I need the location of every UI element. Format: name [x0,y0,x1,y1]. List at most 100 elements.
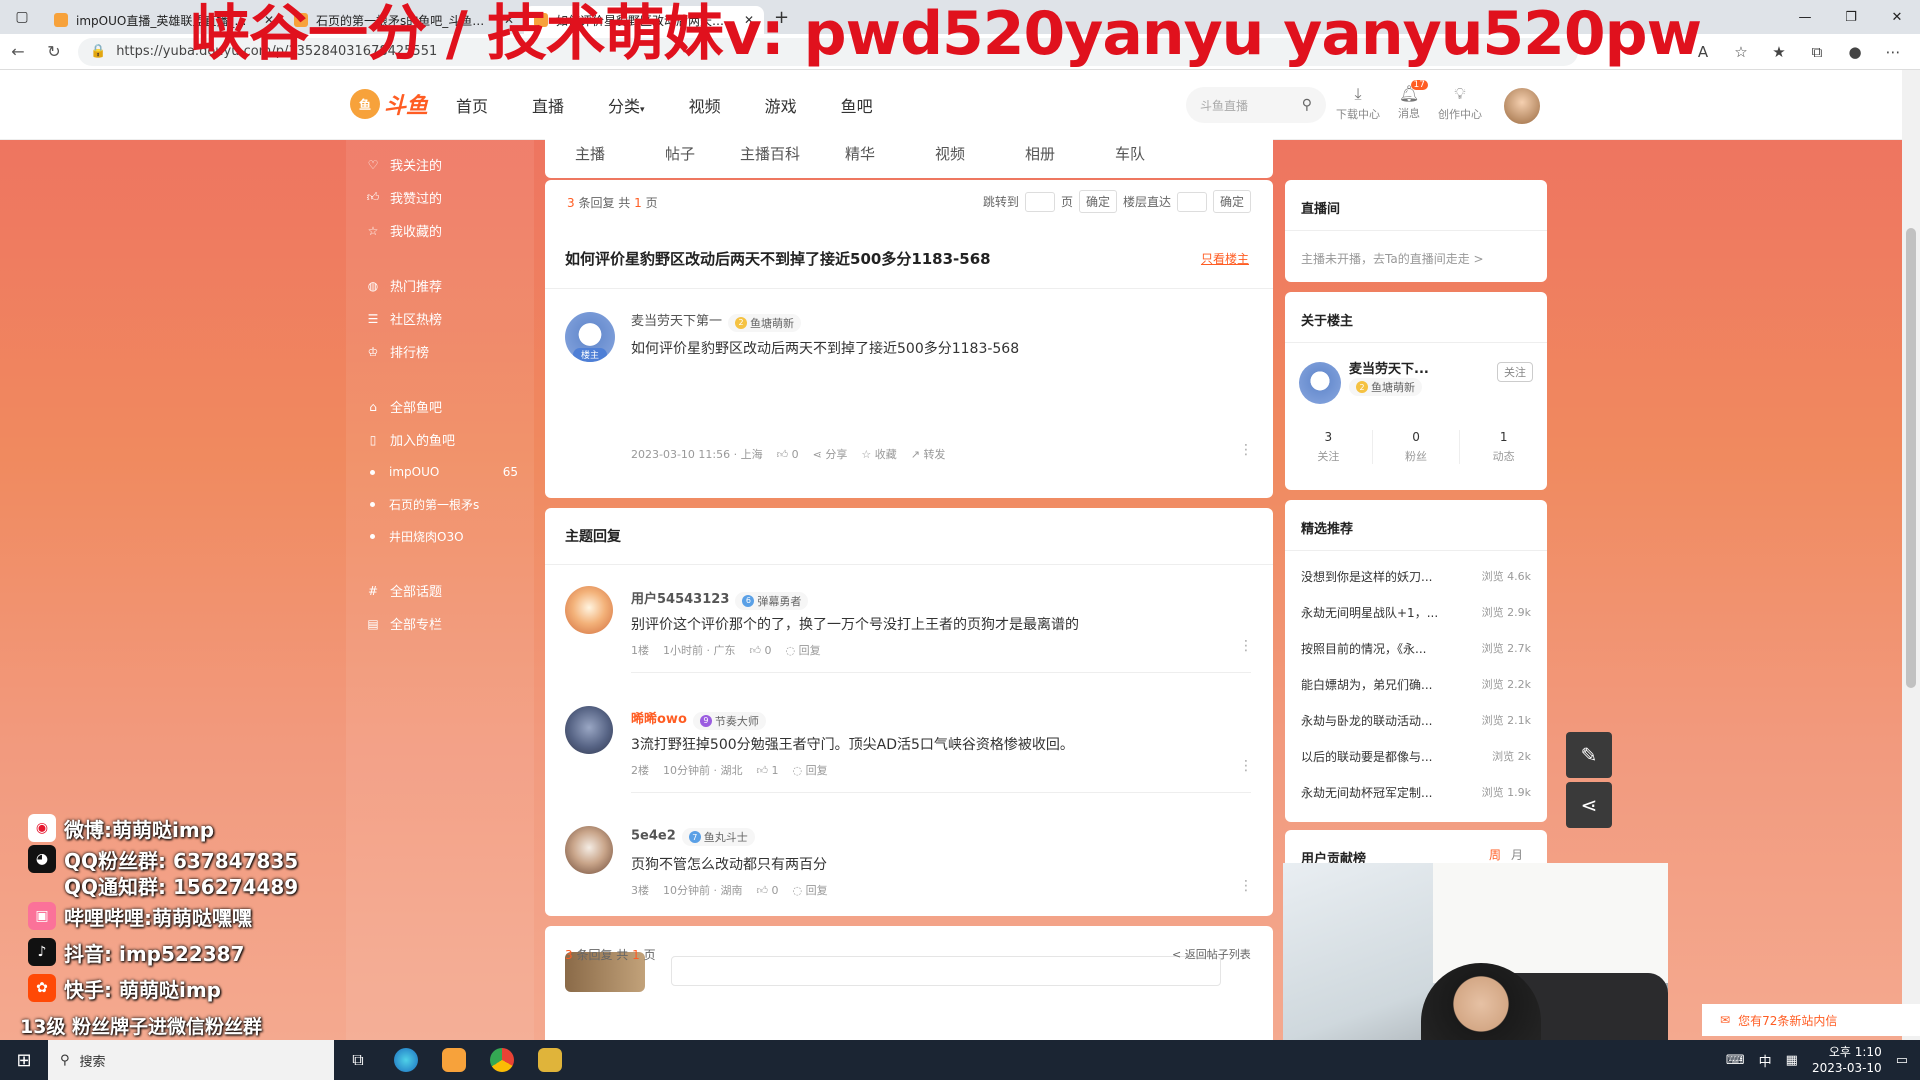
chrome-icon[interactable] [478,1040,526,1080]
tab-week[interactable]: 周 [1489,846,1501,863]
reload-icon[interactable]: ↻ [36,34,72,70]
keyboard-icon[interactable]: ⌨ [1726,1053,1745,1068]
reply-avatar[interactable] [565,586,613,634]
recommended-item[interactable]: 以后的联动要是都像与... 浏览 2k [1301,748,1531,765]
like-button[interactable]: 👍︎ 0 [757,884,779,897]
tab-streamer[interactable]: 主播 [545,143,635,164]
windows-start-icon[interactable]: ⊞ [0,1040,48,1080]
more-options-icon[interactable]: ⋮ [1239,442,1253,458]
task-view-icon[interactable]: ⧉ [334,1040,382,1080]
recommended-item[interactable]: 永劫无间劫杯冠军定制... 浏览 1.9k [1301,784,1531,801]
page-jump-confirm-button[interactable]: 确定 [1078,190,1117,213]
menu-icon[interactable]: ⋯ [1876,38,1910,66]
reply-username[interactable]: 5e4e2 [631,829,676,844]
recommended-item[interactable]: 能白嫖胡为，弟兄们确... 浏览 2.2k [1301,676,1531,693]
sidebar-item-all-columns[interactable]: ▤ 全部专栏 [346,607,534,640]
user-avatar[interactable] [1502,86,1542,126]
reply-username[interactable]: 用户54543123 [631,592,729,607]
op-avatar[interactable]: 楼主 [565,312,615,362]
tab-team[interactable]: 车队 [1085,143,1175,164]
share-button[interactable]: ⋖ 分享 [813,446,848,462]
about-op-name[interactable]: 麦当劳天下... [1349,358,1429,377]
more-options-icon[interactable]: ⋮ [1239,638,1253,654]
reply-username[interactable]: 晞晞owo [631,712,687,727]
sidebar-item-liked[interactable]: 👍︎ 我赞过的 [346,181,534,214]
tab-essence[interactable]: 精华 [815,143,905,164]
search-icon[interactable]: ⚲ [1302,97,1312,113]
douyu-app-icon[interactable] [430,1040,478,1080]
favorite-add-icon[interactable]: ☆ [1724,38,1758,66]
sidebar-item-following[interactable]: ♡ 我关注的 [346,148,534,181]
back-to-list-link[interactable]: < 返回帖子列表 [1172,946,1251,962]
reply-button[interactable]: ◌ 回复 [793,762,828,778]
sidebar-item-ranking[interactable]: ♔ 排行榜 [346,335,534,368]
edge-icon[interactable] [382,1040,430,1080]
scrollbar-thumb[interactable] [1906,228,1916,688]
more-options-icon[interactable]: ⋮ [1239,878,1253,894]
floor-jump-input[interactable] [1176,191,1207,212]
sidebar-item-joined-yuba[interactable]: ▯ 加入的鱼吧 [346,423,534,456]
nav-video[interactable]: 视频 [689,93,721,117]
tab-video[interactable]: 视频 [905,143,995,164]
favorite-button[interactable]: ☆ 收藏 [861,446,896,462]
comment-input[interactable] [671,956,1221,986]
back-icon[interactable]: ← [0,34,36,70]
collections-icon[interactable]: ⧉ [1800,38,1834,66]
share-float-icon[interactable]: ⋖ [1566,782,1612,828]
stat-following[interactable]: 3 关注 [1285,430,1373,464]
tab-album[interactable]: 相册 [995,143,1085,164]
reply-avatar[interactable] [565,826,613,874]
nav-yuba[interactable]: 鱼吧 [841,93,873,117]
like-button[interactable]: 👍︎ 1 [757,764,779,777]
tab-month[interactable]: 月 [1511,846,1523,863]
op-avatar[interactable] [1299,362,1341,404]
follow-button[interactable]: 关注 [1497,362,1533,382]
sidebar-item-all-topics[interactable]: # 全部话题 [346,574,534,607]
ime-indicator[interactable]: 中 [1759,1051,1772,1070]
reply-avatar[interactable] [565,706,613,754]
grid-icon[interactable]: ▦ [1786,1053,1798,1068]
nav-category[interactable]: 分类▾ [608,93,645,117]
page-jump-input[interactable] [1024,191,1055,212]
forward-button[interactable]: ↗ 转发 [911,446,946,462]
nav-game[interactable]: 游戏 [765,93,797,117]
nav-live[interactable]: 直播 [532,93,564,117]
obs-icon[interactable] [526,1040,574,1080]
tab-posts[interactable]: 帖子 [635,143,725,164]
minimize-icon[interactable]: — [1782,0,1828,34]
profile-icon[interactable]: ● [1838,38,1872,66]
op-username[interactable]: 麦当劳天下第一 [631,314,722,329]
download-center[interactable]: ⤓ 下载中心 [1336,84,1380,122]
tab-wiki[interactable]: 主播百科 [725,143,815,164]
notification-icon[interactable]: ▭ [1896,1053,1908,1068]
taskbar-search[interactable]: ⚲ 搜索 [48,1040,334,1080]
stat-posts[interactable]: 1 动态 [1460,430,1547,464]
reply-button[interactable]: ◌ 回复 [786,642,821,658]
floor-jump-confirm-button[interactable]: 确定 [1212,190,1251,213]
joined-yuba-jingtian[interactable]: 井田烧肉O3O [346,520,534,552]
joined-yuba-impouo[interactable]: impOUO 65 [346,456,534,488]
recommended-item[interactable]: 永劫无间明星战队+1，... 浏览 2.9k [1301,604,1531,621]
sidebar-item-community-hot[interactable]: ☰ 社区热榜 [346,302,534,335]
reply-button[interactable]: ◌ 回复 [793,882,828,898]
sidebar-item-all-yuba[interactable]: ⌂ 全部鱼吧 [346,390,534,423]
mail-notification[interactable]: ✉ 您有72条新站内信 [1702,1004,1920,1036]
messages[interactable]: 🔔︎ 17 消息 [1398,80,1428,122]
recommended-item[interactable]: 没想到你是这样的妖刀... 浏览 4.6k [1301,568,1531,585]
only-op-link[interactable]: 只看楼主 [1201,250,1249,267]
more-options-icon[interactable]: ⋮ [1239,758,1253,774]
clock[interactable]: 오후 1:10 2023-03-10 [1812,1044,1882,1076]
stat-fans[interactable]: 0 粉丝 [1373,430,1461,464]
site-search-input[interactable]: 斗鱼直播 ⚲ [1186,87,1326,123]
creator-center[interactable]: 💡︎ 创作中心 [1438,84,1482,122]
recommended-item[interactable]: 永劫与卧龙的联动活动... 浏览 2.1k [1301,712,1531,729]
site-logo[interactable]: 鱼斗鱼 [350,88,428,120]
live-room-link[interactable]: 主播未开播，去Ta的直播间走走 > [1301,250,1484,267]
like-button[interactable]: 👍︎ 0 [750,644,772,657]
edit-post-icon[interactable]: ✎ [1566,732,1612,778]
joined-yuba-shiye[interactable]: 石页的第一根矛s [346,488,534,520]
recommended-item[interactable]: 按照目前的情况，《永... 浏览 2.7k [1301,640,1531,657]
sidebar-item-collected[interactable]: ☆ 我收藏的 [346,214,534,247]
sidebar-item-hot[interactable]: ◍ 热门推荐 [346,269,534,302]
restore-icon[interactable]: ❐ [1828,0,1874,34]
